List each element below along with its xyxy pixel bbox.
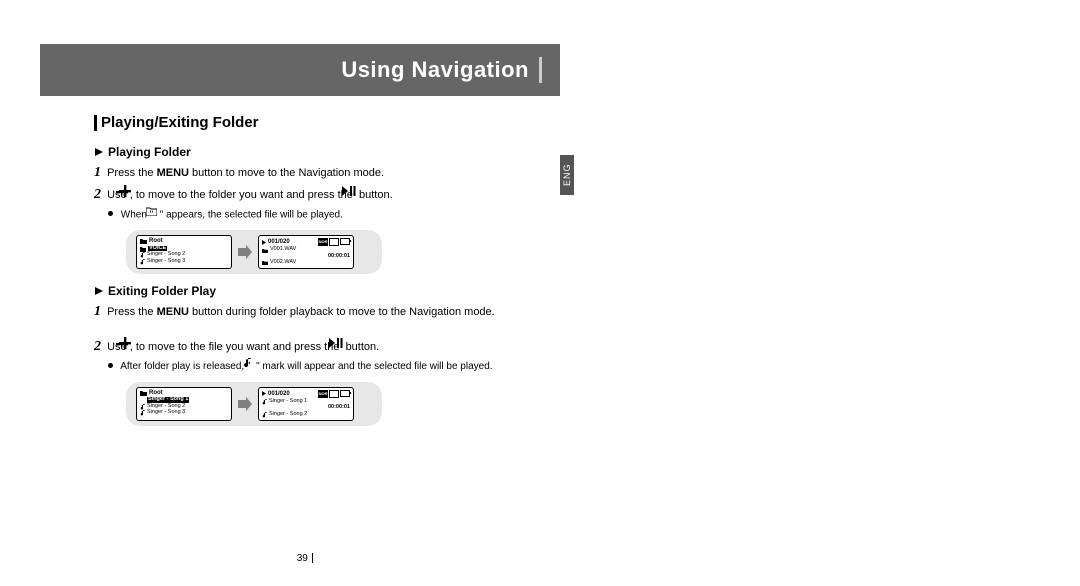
- playing-step-1: 1 Press the MENU button to move to the N…: [94, 163, 554, 183]
- status-indicators: NOR: [318, 390, 350, 398]
- subheading-playing-text: Playing Folder: [108, 145, 191, 159]
- section-heading: Playing/Exiting Folder: [94, 114, 554, 131]
- heading-bar: [94, 115, 97, 131]
- language-tab: ENG: [560, 155, 574, 195]
- folder-icon: [156, 207, 157, 221]
- subheading-playing: Playing Folder: [94, 145, 554, 159]
- play-triangle-icon: [262, 240, 266, 245]
- arrow-right-icon: [238, 245, 252, 259]
- step-number-1: 1: [94, 304, 101, 319]
- note-icon: [140, 252, 145, 258]
- nor-icon: NOR: [318, 390, 328, 398]
- lcd-left-1: Root VOICE Singer - Song 2 Singer - Song…: [136, 235, 232, 269]
- playing-note: When " " appears, the selected file will…: [108, 208, 554, 223]
- battery-icon: [340, 390, 350, 397]
- status-indicators: NOR: [318, 238, 350, 246]
- folder-icon: [140, 246, 146, 252]
- play-triangle-icon: [94, 286, 104, 296]
- folder-icon: [262, 260, 268, 265]
- lcd-right-1: 001/020 NOR V001.WAV 00:00:01 V002.WAV: [258, 235, 354, 269]
- nor-icon: NOR: [318, 238, 328, 246]
- play-triangle-icon: [94, 147, 104, 157]
- exiting-step-1: 1 Press the MENU button during folder pl…: [94, 302, 554, 322]
- indicator-icon: [329, 390, 339, 398]
- exiting-step-2: 2 Use , to move to the file you want and…: [94, 337, 554, 357]
- battery-icon: [340, 238, 350, 245]
- content-area: Playing/Exiting Folder Playing Folder 1 …: [94, 114, 554, 436]
- note-icon: [140, 404, 145, 410]
- page-number: 39: [55, 551, 555, 564]
- menu-button-label: MENU: [157, 167, 189, 179]
- step-number-2: 2: [94, 339, 101, 354]
- note-icon: [140, 259, 145, 265]
- menu-button-label: MENU: [157, 306, 189, 318]
- note-icon: [262, 399, 267, 405]
- exiting-note: After folder play is released, " " mark …: [108, 359, 554, 374]
- page-number-rule: [312, 553, 314, 563]
- playing-step-2: 2 Use , to move to the folder you want a…: [94, 185, 554, 205]
- page-header: Using Navigation: [40, 44, 560, 96]
- section-heading-text: Playing/Exiting Folder: [101, 114, 259, 131]
- note-icon: [140, 410, 145, 416]
- play-triangle-icon: [262, 391, 266, 396]
- subheading-exiting: Exiting Folder Play: [94, 284, 554, 298]
- diagram-exiting: Root Singer - Song 1 Singer - Song 2 Sin…: [126, 382, 382, 426]
- subheading-exiting-text: Exiting Folder Play: [108, 284, 216, 298]
- folder-icon: [140, 390, 147, 396]
- folder-icon: [140, 238, 147, 244]
- lcd-right-2: 001/020 NOR Singer - Song 1 00:00:01 Sin…: [258, 387, 354, 421]
- step-number-1: 1: [94, 165, 101, 180]
- folder-icon: [262, 248, 268, 253]
- note-icon: [262, 412, 267, 418]
- step-number-2: 2: [94, 187, 101, 202]
- indicator-icon: [329, 238, 339, 246]
- page-title: Using Navigation: [341, 57, 529, 83]
- header-rule: [539, 57, 542, 83]
- lcd-left-2: Root Singer - Song 1 Singer - Song 2 Sin…: [136, 387, 232, 421]
- bullet-dot-icon: [108, 363, 113, 368]
- diagram-playing: Root VOICE Singer - Song 2 Singer - Song…: [126, 230, 382, 274]
- arrow-right-icon: [238, 397, 252, 411]
- bullet-dot-icon: [108, 211, 113, 216]
- note-icon: [140, 397, 145, 403]
